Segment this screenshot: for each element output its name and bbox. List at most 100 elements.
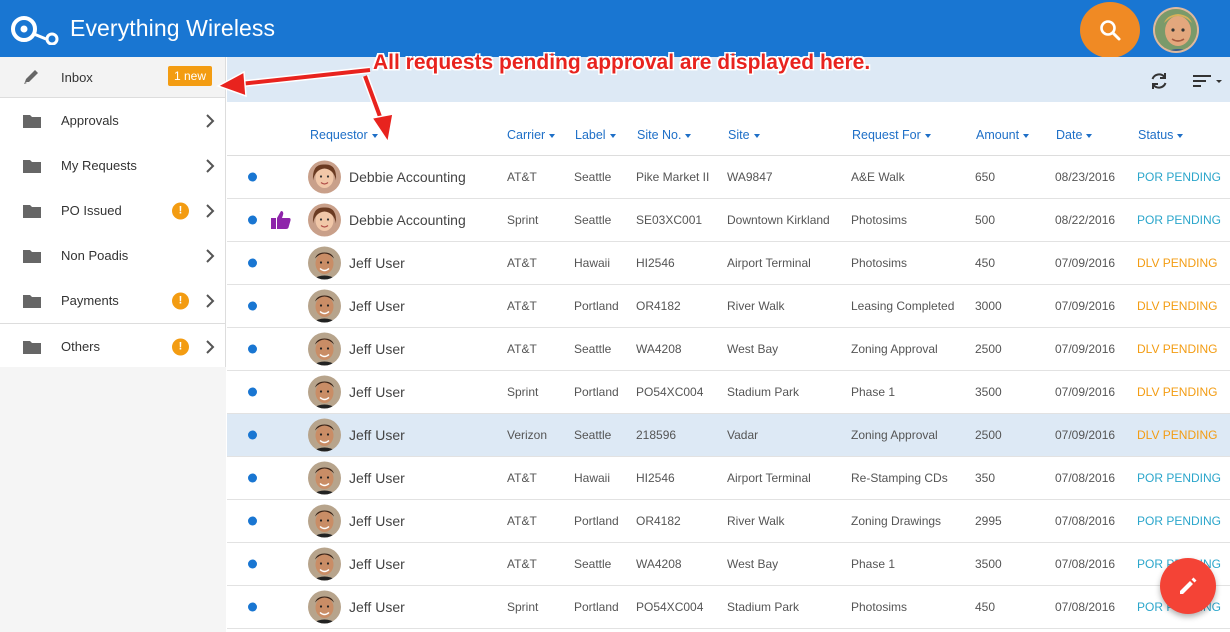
requestor-avatar [308,461,341,495]
site-no-cell: OR4182 [636,299,681,313]
label-cell: Hawaii [574,256,611,270]
sidebar-item-others[interactable]: Others ! [0,324,225,369]
unread-dot-icon [248,258,257,268]
sort-menu-icon[interactable] [1193,73,1225,89]
site-cell: Stadium Park [727,385,800,399]
request-for-cell: Zoning Drawings [851,514,942,528]
date-cell: 07/08/2016 [1055,600,1116,614]
folder-icon [23,249,41,263]
carrier-cell: AT&T [507,170,537,184]
requestor-avatar [308,590,341,624]
caret-down-icon [371,133,378,138]
requestor-avatar [308,547,341,581]
site-no-cell: PO54XC004 [636,600,704,614]
table-row[interactable]: Jeff User Sprint Portland PO54XC004 Stadium … [227,586,1230,629]
date-cell: 07/08/2016 [1055,557,1116,571]
column-header-requestor[interactable]: Requestor [310,128,378,142]
site-no-cell: 218596 [636,428,677,442]
sidebar-item-label: Non Poadis [61,248,129,263]
sidebar-item-label: Approvals [61,113,119,128]
amount-cell: 3500 [975,557,1002,571]
folder-icon [23,294,41,308]
column-header-status[interactable]: Status [1138,128,1184,142]
caret-down-icon [924,133,931,138]
table-row[interactable]: Jeff User AT&T Seattle WA4208 West Bay Zoning… [227,328,1230,371]
amount-cell: 450 [975,256,996,270]
search-button[interactable] [1080,2,1140,58]
sidebar-empty-area [0,367,226,632]
date-cell: 07/09/2016 [1055,256,1116,270]
column-header-label[interactable]: Label [575,128,616,142]
column-header-site[interactable]: Site [728,128,760,142]
requestor-avatar [308,504,341,538]
alert-icon: ! [172,292,189,309]
table-row[interactable]: Jeff User AT&T Hawaii HI2546 Airport Termina… [227,242,1230,285]
thumbs-up-icon[interactable] [270,210,292,230]
status-cell: DLV PENDING [1137,385,1218,399]
table-row[interactable]: Jeff User AT&T Portland OR4182 River Walk Lea… [227,285,1230,328]
table-row[interactable]: Jeff User AT&T Portland OR4182 River Walk Zon… [227,500,1230,543]
label-cell: Hawaii [574,471,611,485]
requestor-name: Jeff User [349,341,405,357]
sidebar-item-label: Inbox [61,69,93,85]
site-cell: West Bay [727,557,779,571]
status-cell: POR PENDING [1137,471,1222,485]
date-cell: 07/09/2016 [1055,385,1116,399]
carrier-cell: AT&T [507,299,537,313]
unread-dot-icon [248,344,257,354]
site-cell: Vadar [727,428,759,442]
requestor-avatar [308,160,341,194]
table-row[interactable]: Jeff User AT&T Seattle WA4208 West Bay Phase … [227,543,1230,586]
status-cell: DLV PENDING [1137,428,1218,442]
requestor-name: Jeff User [349,427,405,443]
chevron-right-icon [206,248,215,263]
column-header-carrier[interactable]: Carrier [507,128,556,142]
column-header-amount[interactable]: Amount [976,128,1030,142]
carrier-cell: Verizon [507,428,548,442]
label-cell: Portland [574,299,619,313]
column-header-request-for[interactable]: Request For [852,128,931,142]
amount-cell: 2500 [975,342,1002,356]
column-header-site-no[interactable]: Site No. [637,128,692,142]
label-cell: Seattle [574,557,612,571]
label-cell: Seattle [574,342,612,356]
requestor-name: Jeff User [349,599,405,615]
carrier-cell: Sprint [507,600,539,614]
request-for-cell: Re-Stamping CDs [851,471,948,485]
compose-fab-button[interactable] [1160,558,1216,614]
request-for-cell: A&E Walk [851,170,905,184]
request-for-cell: Photosims [851,213,908,227]
sidebar-item-label: Payments [61,293,119,308]
amount-cell: 350 [975,471,996,485]
carrier-cell: Sprint [507,385,539,399]
folder-icon [23,159,41,173]
table-row[interactable]: Jeff User Sprint Portland PO54XC004 Stadium … [227,371,1230,414]
column-header-date[interactable]: Date [1056,128,1093,142]
user-avatar[interactable] [1153,7,1199,53]
pencil-icon [24,70,38,84]
chevron-right-icon [206,339,215,354]
table-body: Debbie Accounting AT&T Seattle Pike Market … [227,156,1230,629]
label-cell: Portland [574,385,619,399]
date-cell: 07/09/2016 [1055,342,1116,356]
sidebar-item-payments[interactable]: Payments ! [0,278,225,323]
carrier-cell: AT&T [507,342,537,356]
table-row[interactable]: Debbie Accounting Sprint Seattle SE03XC001 D… [227,199,1230,242]
table-row[interactable]: Debbie Accounting AT&T Seattle Pike Market … [227,156,1230,199]
sidebar-item-po-issued[interactable]: PO Issued ! [0,188,225,233]
sidebar-item-my-requests[interactable]: My Requests [0,143,225,188]
label-cell: Portland [574,600,619,614]
sidebar-item-inbox[interactable]: Inbox 1 new [0,57,225,97]
date-cell: 08/23/2016 [1055,170,1116,184]
sidebar-item-approvals[interactable]: Approvals [0,98,225,143]
refresh-icon[interactable] [1149,71,1169,91]
top-app-bar: Everything Wireless [0,0,1230,58]
date-cell: 08/22/2016 [1055,213,1116,227]
status-cell: DLV PENDING [1137,342,1218,356]
table-row[interactable]: Jeff User AT&T Hawaii HI2546 Airport Termina… [227,457,1230,500]
table-row[interactable]: Jeff User Verizon Seattle 218596 Vadar Zoning… [227,414,1230,457]
sidebar-item-non-poadis[interactable]: Non Poadis [0,233,225,278]
site-cell: Airport Terminal [727,471,811,485]
column-label: Date [1056,128,1083,142]
caret-down-icon [685,133,692,138]
